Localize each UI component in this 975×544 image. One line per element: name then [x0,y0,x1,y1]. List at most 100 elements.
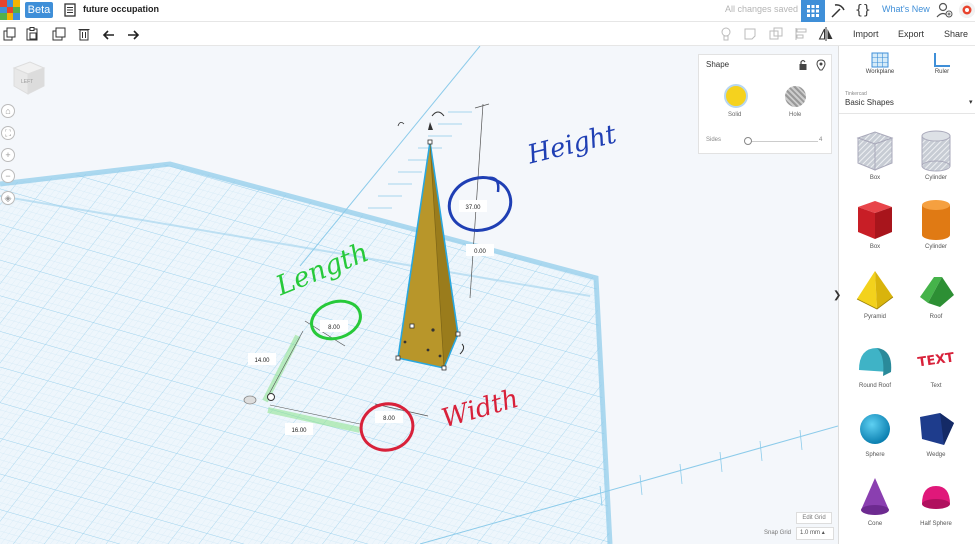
sides-slider-handle[interactable] [744,137,752,145]
beta-badge: Beta [25,2,53,18]
view-cube[interactable]: LEFT [8,58,48,98]
document-icon[interactable] [63,3,77,17]
workplane-viewport[interactable]: 37.00 0.00 8.00 8.00 14.00 16.00 Height … [0,46,838,544]
shape-tile-sphere[interactable]: Sphere [848,405,902,469]
share-button[interactable]: Share [944,29,968,39]
lightbulb-icon[interactable] [718,26,734,42]
shape-label: Round Roof [858,383,892,389]
round-roof-icon [859,348,892,376]
grid-icon [807,5,819,17]
home-view-button[interactable]: ⌂ [1,104,15,118]
edit-grid-button[interactable]: Edit Grid [796,512,832,524]
length-offset-value[interactable]: 14.00 [254,358,270,364]
solid-button[interactable] [724,84,748,108]
shape-library-select[interactable]: Basic Shapes [845,98,973,107]
shape-tile-cone[interactable]: Cone [848,474,902,538]
cylinder-icon [922,200,950,240]
shape-tile-roof[interactable]: Roof [909,267,963,331]
ruler-label: Ruler [934,69,950,75]
height-value[interactable]: 37.00 [465,205,481,211]
redo-icon[interactable] [125,26,141,42]
sphere-icon [860,414,890,444]
cone-icon [861,478,889,515]
shape-label: Text [930,383,942,389]
tinkercad-app: Beta future occupation All changes saved… [0,0,975,544]
width-offset-value[interactable]: 16.00 [291,428,307,434]
shape-label: Roof [929,314,943,320]
sides-slider-track[interactable] [746,141,818,142]
snap-grid-select[interactable]: 1.0 mm ▴ [796,527,834,540]
shape-tile-round-roof[interactable]: Round Roof [848,336,902,400]
shape-tile-cylinder-hole[interactable]: Cylinder [909,128,963,192]
avatar[interactable] [959,2,975,18]
shape-inspector: Shape Solid Hole Sides 4 [698,54,832,154]
notes-icon[interactable] [743,26,759,42]
mirror-icon[interactable] [818,26,834,42]
shape-tile-pyramid[interactable]: Pyramid [848,267,902,331]
group-icon[interactable] [768,26,784,42]
shape-tile-text[interactable]: TEXT Text [909,336,963,400]
fit-view-button[interactable]: ⛶ [1,126,15,140]
shape-label: Sphere [865,452,885,458]
shape-tile-cylinder[interactable]: Cylinder [909,197,963,261]
shape-label: Box [869,175,881,181]
shape-panel-title: Shape [706,60,730,69]
document-title[interactable]: future occupation [83,4,159,14]
elevation-value[interactable]: 0.00 [474,249,486,255]
zoom-in-button[interactable]: + [1,148,15,162]
collapse-panel-icon[interactable]: ❯ [833,290,841,302]
lightbulb-icon[interactable] [816,59,826,71]
width-value[interactable]: 8.00 [383,416,395,422]
duplicate-icon[interactable] [51,26,67,42]
shape-tile-box-hole[interactable]: Box [848,128,902,192]
top-bar: Beta future occupation All changes saved… [0,0,975,22]
code-blocks-icon[interactable]: {} [855,2,873,20]
trash-icon[interactable] [76,26,92,42]
chevron-down-icon[interactable]: ▾ [969,98,973,106]
sides-value: 4 [819,137,823,143]
sides-label: Sides [706,137,722,143]
shape-tile-wedge[interactable]: Wedge [909,405,963,469]
save-status: All changes saved [725,4,799,14]
shape-tile-box[interactable]: Box [848,197,902,261]
box-hole-icon [856,131,894,171]
tinkercad-logo[interactable] [0,0,20,20]
shape-label: Cylinder [924,175,947,181]
length-value[interactable]: 8.00 [328,325,340,331]
align-icon[interactable] [793,26,809,42]
zoom-out-button[interactable]: − [1,169,15,183]
copy-icon[interactable] [2,26,18,42]
half-sphere-icon [922,486,950,509]
pickaxe-icon[interactable] [829,2,847,20]
design-view-button[interactable] [801,0,825,22]
undo-icon[interactable] [101,26,117,42]
edit-toolbar: Import Export Share [0,22,975,46]
perspective-button[interactable]: ◈ [1,191,15,205]
home-icon: ⌂ [5,106,11,116]
shape-label: Box [869,244,881,250]
snap-grid-value: 1.0 mm [800,530,821,536]
workplane-label: Workplane [865,69,895,75]
shape-label: Cylinder [924,244,947,250]
add-user-icon[interactable] [935,1,953,19]
cylinder-hole-icon [921,130,951,172]
workplane-button[interactable]: Workplane [861,52,899,84]
whats-new-link[interactable]: What's New [882,4,930,14]
import-button[interactable]: Import [853,29,879,39]
solid-label: Solid [728,112,742,118]
library-brand: Tinkercad [845,91,867,97]
minus-icon: − [5,171,11,181]
shape-label: Cone [867,521,883,527]
shape-label: Pyramid [863,314,886,320]
export-button[interactable]: Export [898,29,924,39]
hole-label: Hole [789,112,802,118]
view-cube-face: LEFT [21,79,33,85]
shape-tile-half-sphere[interactable]: Half Sphere [909,474,963,538]
hole-button[interactable] [785,86,806,107]
lock-icon[interactable] [798,59,808,71]
workplane-icon [871,52,889,68]
paste-icon[interactable] [24,26,40,42]
box-icon [858,201,892,239]
ruler-button[interactable]: Ruler [927,52,957,84]
snap-grid-label: Snap Grid [764,530,792,536]
